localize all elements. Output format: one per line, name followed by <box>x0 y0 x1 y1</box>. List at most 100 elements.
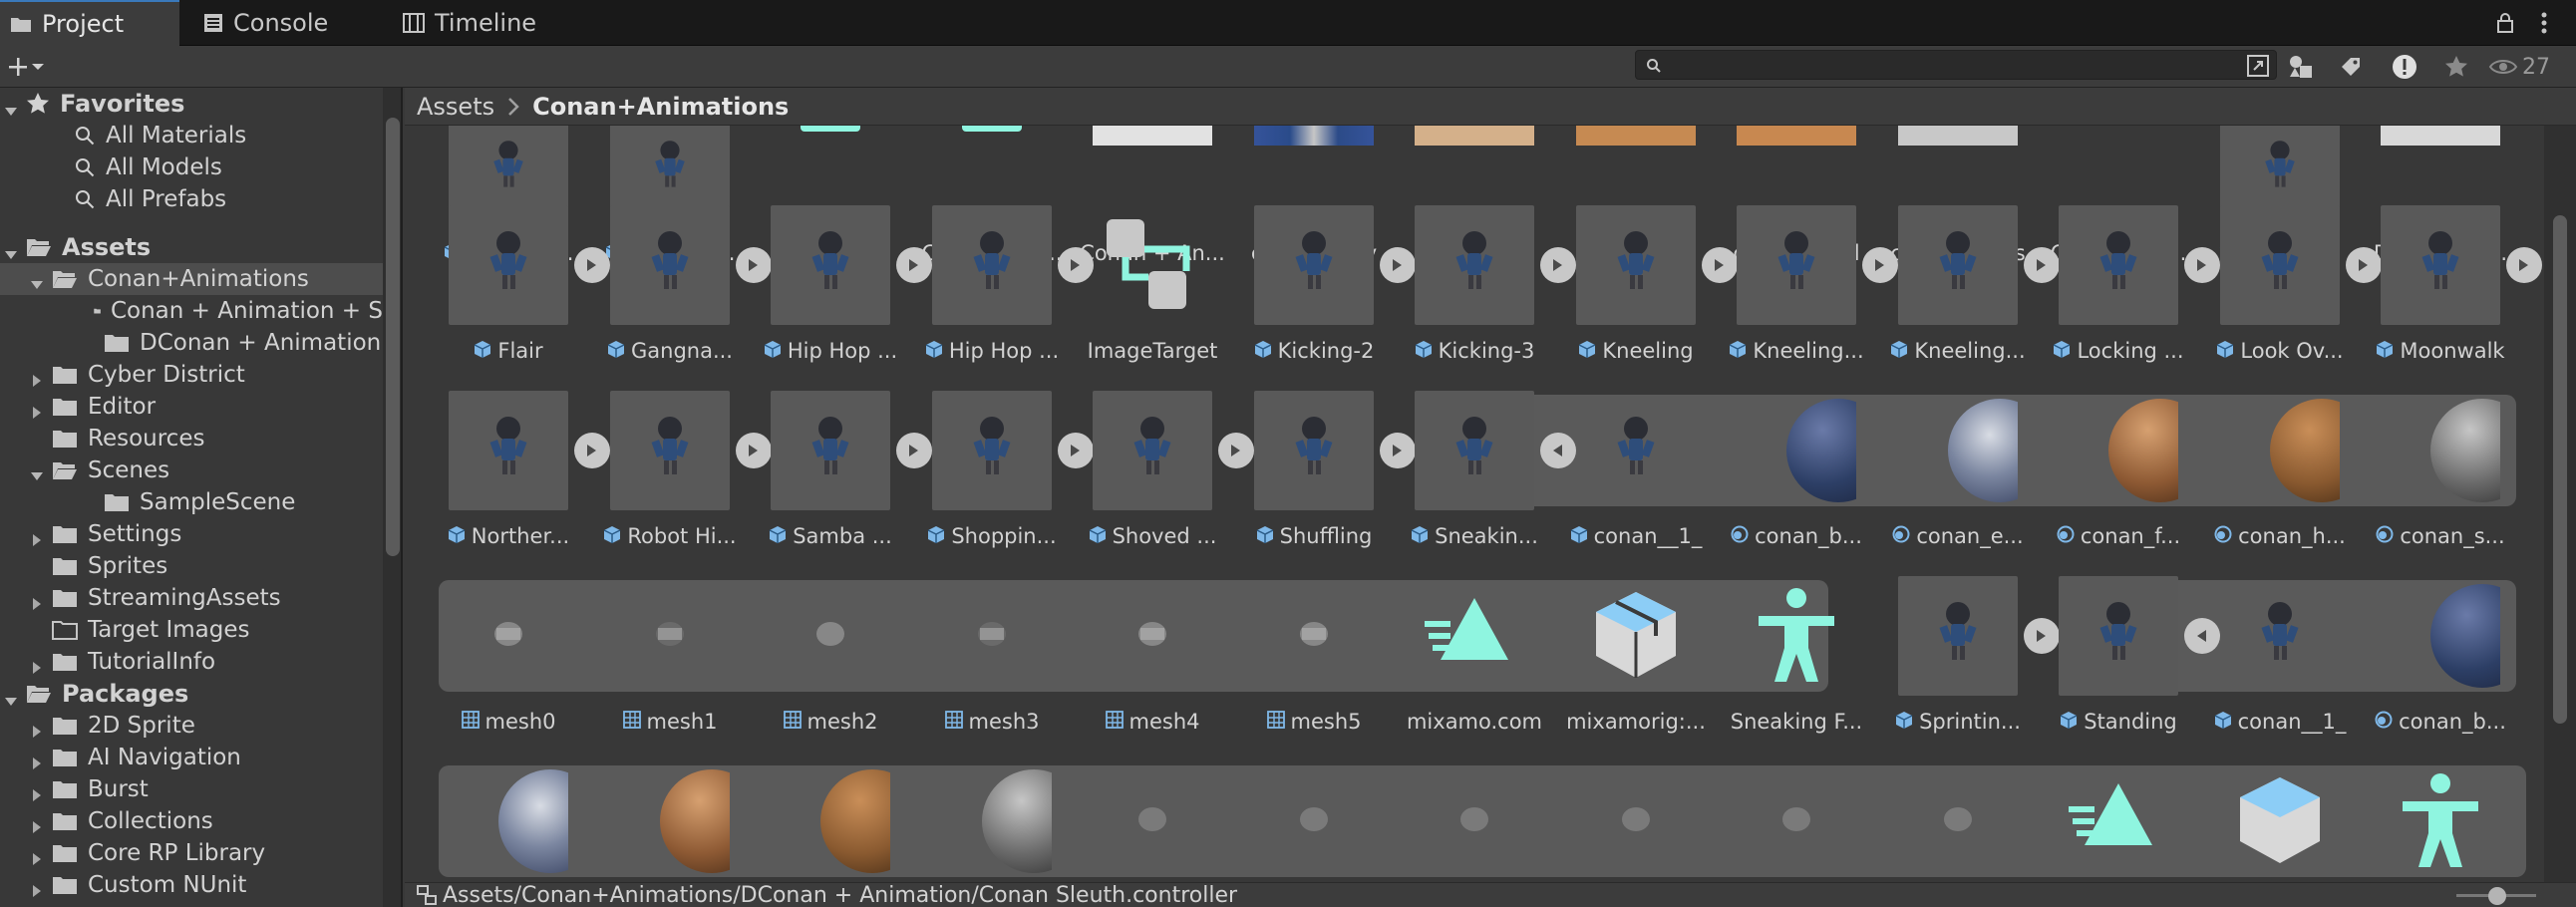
tree-package[interactable]: 2D Sprite <box>0 710 383 742</box>
tree-spacer[interactable] <box>30 463 44 480</box>
tree-spacer[interactable] <box>30 591 44 610</box>
tree-folder[interactable]: TutorialInfo <box>0 646 383 678</box>
asset-item[interactable]: mesh2 <box>731 576 890 756</box>
lock-icon[interactable] <box>2496 12 2514 34</box>
tree-spacer[interactable] <box>30 782 44 801</box>
favorites-filter-button[interactable] <box>2438 50 2474 84</box>
asset-item[interactable]: Shoved ... <box>1053 391 1254 570</box>
tree-folder[interactable]: Scenes <box>0 454 383 486</box>
asset-item[interactable]: Look Ov... <box>2180 205 2382 385</box>
tree-package[interactable]: AI Navigation <box>0 742 383 773</box>
asset-item[interactable]: conan_s... <box>2341 391 2505 570</box>
tree-folder[interactable]: Sprites <box>0 550 383 582</box>
asset-item[interactable]: Sneakin... <box>1375 391 1576 570</box>
asset-item[interactable] <box>1697 761 1856 882</box>
tree-spacer[interactable] <box>30 272 44 289</box>
asset-item[interactable] <box>1536 761 1696 882</box>
asset-item[interactable] <box>892 761 1052 882</box>
asset-item[interactable] <box>731 761 890 882</box>
asset-item[interactable]: mesh3 <box>892 576 1052 756</box>
asset-item[interactable] <box>570 761 730 882</box>
tree-folder[interactable]: Cyber District <box>0 359 383 391</box>
search-log-button[interactable] <box>2387 50 2422 84</box>
asset-item[interactable] <box>2341 761 2500 882</box>
tree-assets[interactable]: Assets <box>0 231 383 263</box>
assets-scroll-thumb[interactable] <box>2553 215 2567 724</box>
sidebar-scroll-thumb[interactable] <box>386 118 400 556</box>
tree-spacer[interactable] <box>30 368 44 387</box>
tree-folder[interactable]: Conan+Animations <box>0 263 383 295</box>
tree-package[interactable]: Custom NUnit <box>0 869 383 901</box>
tree-spacer[interactable] <box>30 751 44 769</box>
tree-folder[interactable]: Target Images <box>0 614 383 646</box>
asset-item[interactable]: mesh5 <box>1214 576 1374 756</box>
asset-item[interactable]: Sneaking F... <box>1697 576 1862 756</box>
asset-item[interactable] <box>1375 761 1534 882</box>
tree-package[interactable]: Collections <box>0 805 383 837</box>
asset-item[interactable]: mixamo.com <box>1375 576 1542 756</box>
tree-spacer[interactable] <box>4 97 18 116</box>
tree-favorites[interactable]: Favorites <box>0 88 383 120</box>
tree-package[interactable]: Burst <box>0 773 383 805</box>
tree-folder[interactable]: Settings <box>0 518 383 550</box>
asset-item[interactable]: Standing <box>2019 576 2220 756</box>
tree-spacer[interactable] <box>30 719 44 738</box>
tree-folder[interactable]: StreamingAssets <box>0 582 383 614</box>
asset-item[interactable]: Shoppin... <box>892 391 1094 570</box>
asset-item[interactable]: Kneeling... <box>1858 205 2060 385</box>
asset-item[interactable] <box>409 761 568 882</box>
tab-project[interactable]: Project <box>0 0 179 46</box>
asset-item[interactable]: Robot Hi... <box>570 391 772 570</box>
asset-item[interactable]: Locking ... <box>2019 205 2220 385</box>
asset-item[interactable]: Sprintin... <box>1858 576 2060 756</box>
asset-item[interactable]: mesh4 <box>1053 576 1212 756</box>
asset-item[interactable]: conan_e... <box>1858 391 2024 570</box>
asset-item[interactable]: mesh0 <box>409 576 568 756</box>
tree-folder[interactable]: Resources <box>0 423 383 454</box>
tree-spacer[interactable] <box>30 527 44 546</box>
tree-spacer[interactable] <box>30 846 44 865</box>
asset-item[interactable]: conan_b... <box>1697 391 1862 570</box>
tree-package[interactable]: Core RP Library <box>0 837 383 869</box>
asset-item[interactable] <box>2180 761 2340 882</box>
favorite-item[interactable]: All Materials <box>0 120 383 151</box>
breadcrumb-assets[interactable]: Assets <box>417 93 494 121</box>
tab-console[interactable]: Console <box>203 0 383 46</box>
tree-spacer[interactable] <box>30 814 44 833</box>
asset-item[interactable]: ImageTarget <box>1053 205 1217 385</box>
favorite-item[interactable]: All Prefabs <box>0 183 383 215</box>
asset-item[interactable] <box>1214 761 1374 882</box>
tree-folder[interactable]: Conan + Animation + S <box>0 295 383 327</box>
search-by-label-button[interactable] <box>2333 50 2369 84</box>
create-button[interactable] <box>6 52 56 82</box>
asset-item[interactable]: Gangna... <box>570 205 772 385</box>
expand-asset-button[interactable] <box>2506 247 2542 283</box>
asset-item[interactable]: conan__1_ <box>2180 576 2346 756</box>
search-window-icon[interactable] <box>2246 54 2270 78</box>
asset-item[interactable] <box>2019 761 2178 882</box>
asset-item[interactable]: Kicking-3 <box>1375 205 1576 385</box>
asset-item[interactable] <box>1053 761 1212 882</box>
tree-spacer[interactable] <box>4 240 18 259</box>
more-menu-icon[interactable] <box>2540 12 2548 34</box>
asset-item[interactable]: Kneeling... <box>1697 205 1898 385</box>
tree-folder[interactable]: Editor <box>0 391 383 423</box>
tree-spacer[interactable] <box>30 655 44 674</box>
asset-item[interactable]: conan_f... <box>2019 391 2180 570</box>
tab-timeline[interactable]: Timeline <box>403 0 582 46</box>
asset-item[interactable] <box>1858 761 2018 882</box>
asset-item[interactable]: Kneeling <box>1536 205 1738 385</box>
asset-item[interactable]: Hip Hop ... <box>731 205 932 385</box>
asset-item[interactable]: Shuffling <box>1214 391 1416 570</box>
search-by-type-button[interactable] <box>2283 50 2319 84</box>
tree-folder[interactable]: DConan + Animation <box>0 327 383 359</box>
asset-item[interactable]: mesh1 <box>570 576 730 756</box>
asset-item[interactable]: Samba ... <box>731 391 932 570</box>
favorite-item[interactable]: All Models <box>0 151 383 183</box>
asset-item[interactable]: Hip Hop ... <box>892 205 1094 385</box>
tree-spacer[interactable] <box>4 687 18 706</box>
tree-spacer[interactable] <box>30 400 44 419</box>
asset-item[interactable]: conan_h... <box>2180 391 2346 570</box>
asset-item[interactable]: Moonwalk <box>2341 205 2542 385</box>
assets-scrollbar[interactable] <box>2544 126 2576 882</box>
